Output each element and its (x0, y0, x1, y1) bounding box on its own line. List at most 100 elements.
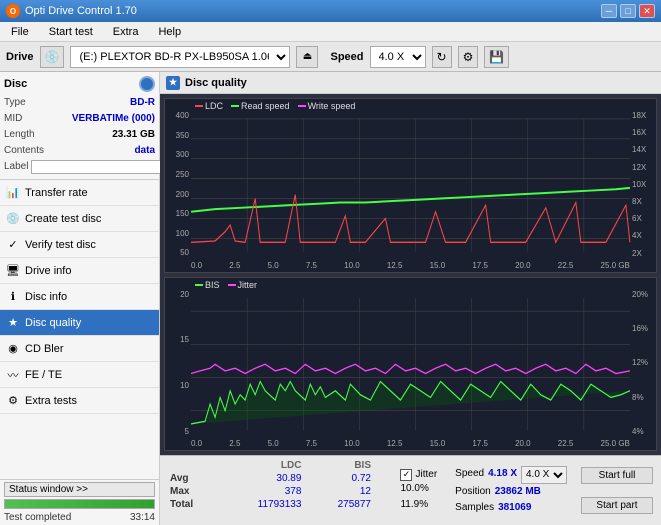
total-label: Total (166, 498, 218, 511)
disc-label-label: Label (4, 159, 28, 175)
position-label: Position (455, 484, 491, 500)
eject-button[interactable]: ⏏ (296, 46, 318, 68)
status-time: 33:14 (130, 512, 155, 523)
jitter-checkbox-row: ✓ Jitter (400, 469, 437, 481)
sidebar-status: Status window >> Test completed 33:14 (0, 479, 159, 525)
samples-row: Samples 381069 (455, 500, 567, 516)
status-text: Test completed (4, 512, 71, 523)
sidebar-item-create-test-disc[interactable]: 💿 Create test disc (0, 206, 159, 232)
disc-mid-row: MID VERBATIMe (000) (4, 111, 155, 127)
cd-bler-icon: ◉ (6, 342, 20, 356)
speed-info-label: Speed (455, 466, 484, 484)
sidebar-item-disc-info[interactable]: ℹ Disc info (0, 284, 159, 310)
avg-ldc: 30.89 (218, 472, 305, 485)
extra-tests-icon: ⚙ (6, 394, 20, 408)
verify-test-disc-label: Verify test disc (25, 239, 96, 251)
settings-button[interactable]: ⚙ (458, 46, 479, 68)
start-part-button[interactable]: Start part (581, 497, 653, 514)
verify-test-disc-icon: ✓ (6, 238, 20, 252)
chart1: LDC Read speed Write speed 4003503002502… (164, 98, 657, 273)
legend-ldc: LDC (195, 101, 223, 111)
samples-value: 381069 (498, 500, 531, 516)
max-ldc: 378 (218, 485, 305, 498)
sidebar-item-transfer-rate[interactable]: 📊 Transfer rate (0, 180, 159, 206)
disc-icon (139, 76, 155, 92)
title-bar-controls: ─ □ ✕ (601, 4, 655, 18)
app-title: Opti Drive Control 1.70 (25, 5, 137, 17)
avg-jitter: 10.0% (400, 481, 437, 497)
legend-read-speed: Read speed (231, 101, 290, 111)
sidebar-item-disc-quality[interactable]: ★ Disc quality (0, 310, 159, 336)
speed-label: Speed (330, 51, 363, 63)
max-label: Max (166, 485, 218, 498)
drive-bar: Drive 💿 (E:) PLEXTOR BD-R PX-LB950SA 1.0… (0, 42, 661, 72)
action-buttons: Start full Start part (579, 459, 655, 522)
start-full-button[interactable]: Start full (581, 467, 653, 484)
disc-info-panel: Disc Type BD-R MID VERBATIMe (000) Lengt… (0, 72, 159, 180)
sidebar-item-verify-test-disc[interactable]: ✓ Verify test disc (0, 232, 159, 258)
disc-length-label: Length (4, 127, 35, 143)
position-value: 23862 MB (495, 484, 541, 500)
title-bar-left: O Opti Drive Control 1.70 (6, 4, 137, 18)
disc-quality-header: ★ Disc quality (160, 72, 661, 94)
maximize-button[interactable]: □ (620, 4, 636, 18)
sidebar-item-fe-te[interactable]: 〰 FE / TE (0, 362, 159, 388)
save-button[interactable]: 💾 (484, 46, 509, 68)
speed-select[interactable]: 4.0 X (370, 46, 426, 68)
create-test-disc-icon: 💿 (6, 212, 20, 226)
menu-bar: File Start test Extra Help (0, 22, 661, 42)
disc-length-value: 23.31 GB (112, 127, 155, 143)
speed-info-select[interactable]: 4.0 X (521, 466, 567, 484)
drive-info-icon: 🖥 (6, 264, 20, 278)
legend-write-speed: Write speed (298, 101, 356, 111)
speed-row: Speed 4.18 X 4.0 X (455, 466, 567, 484)
jitter-checkbox[interactable]: ✓ (400, 469, 412, 481)
close-button[interactable]: ✕ (639, 4, 655, 18)
status-window-button[interactable]: Status window >> (4, 482, 155, 497)
disc-mid-value: VERBATIMe (000) (72, 111, 155, 127)
stats-bar: LDC BIS Avg 30.89 0.72 Max 378 12 (160, 455, 661, 525)
main-content: Disc Type BD-R MID VERBATIMe (000) Lengt… (0, 72, 661, 525)
disc-quality-label: Disc quality (25, 317, 81, 329)
disc-info-icon: ℹ (6, 290, 20, 304)
progress-bar-fill (5, 500, 154, 508)
minimize-button[interactable]: ─ (601, 4, 617, 18)
disc-quality-title: Disc quality (185, 77, 247, 89)
total-bis: 275877 (305, 498, 375, 511)
menu-help[interactable]: Help (152, 25, 187, 39)
jitter-section: ✓ Jitter 10.0% 11.9% (394, 459, 443, 522)
progress-bar (4, 499, 155, 509)
chart1-svg (165, 99, 656, 272)
max-bis: 12 (305, 485, 375, 498)
sidebar-item-extra-tests[interactable]: ⚙ Extra tests (0, 388, 159, 414)
legend-jitter: Jitter (228, 280, 258, 290)
sidebar-item-cd-bler[interactable]: ◉ CD Bler (0, 336, 159, 362)
refresh-button[interactable]: ↻ (432, 46, 452, 68)
menu-extra[interactable]: Extra (107, 25, 145, 39)
create-test-disc-label: Create test disc (25, 213, 101, 225)
charts-container: LDC Read speed Write speed 4003503002502… (160, 94, 661, 455)
drive-select[interactable]: (E:) PLEXTOR BD-R PX-LB950SA 1.06 (70, 46, 290, 68)
chart2: BIS Jitter 2015105 20%16%12%8%4% (164, 277, 657, 452)
disc-label-input[interactable] (31, 160, 165, 174)
sidebar: Disc Type BD-R MID VERBATIMe (000) Lengt… (0, 72, 160, 525)
chart1-x-labels: 0.02.55.07.510.012.515.017.520.022.525.0… (191, 261, 630, 270)
disc-mid-label: MID (4, 111, 22, 127)
avg-label: Avg (166, 472, 218, 485)
disc-type-label: Type (4, 95, 26, 111)
sidebar-item-drive-info[interactable]: 🖥 Drive info (0, 258, 159, 284)
stats-table: LDC BIS Avg 30.89 0.72 Max 378 12 (166, 459, 388, 522)
disc-contents-row: Contents data (4, 143, 155, 159)
disc-label-row: Label ✎ (4, 159, 155, 175)
disc-title: Disc (4, 78, 27, 90)
disc-contents-value: data (134, 143, 155, 159)
menu-file[interactable]: File (5, 25, 35, 39)
drive-label: Drive (6, 51, 34, 63)
legend-bis: BIS (195, 280, 220, 290)
menu-start-test[interactable]: Start test (43, 25, 99, 39)
extra-tests-label: Extra tests (25, 395, 77, 407)
chart2-legend: BIS Jitter (195, 280, 257, 290)
disc-quality-icon: ★ (6, 316, 20, 330)
fe-te-label: FE / TE (25, 369, 62, 381)
disc-contents-label: Contents (4, 143, 44, 159)
